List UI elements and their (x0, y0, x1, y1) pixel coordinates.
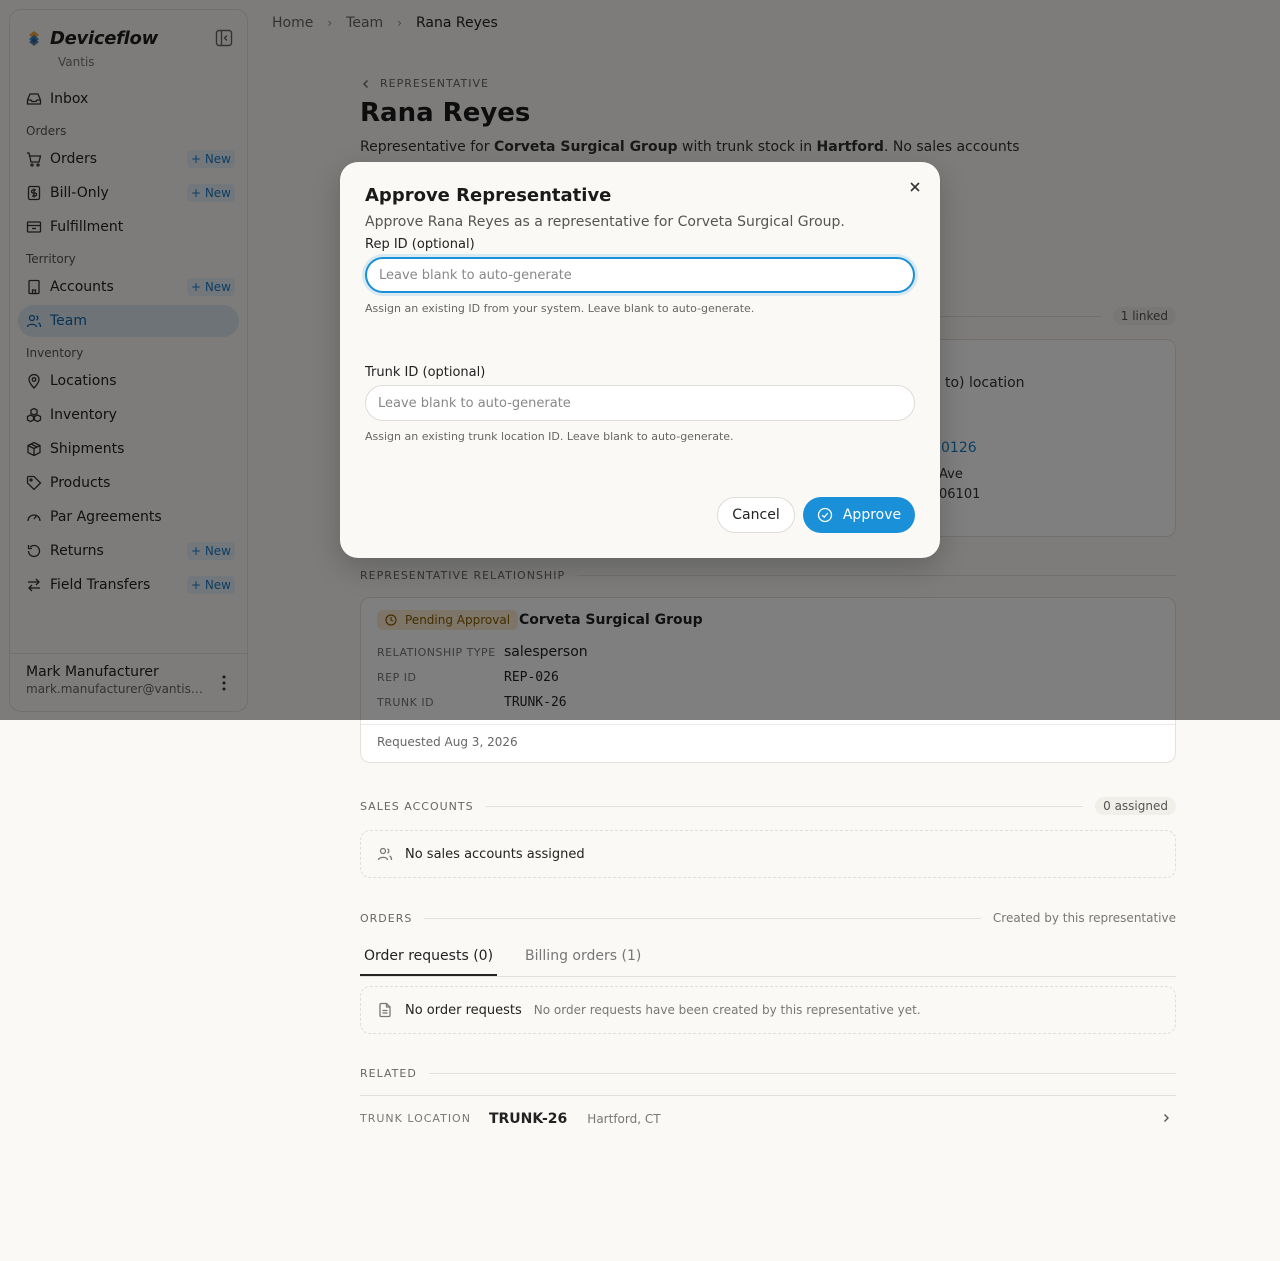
trunk-id-hint: Assign an existing trunk location ID. Le… (365, 430, 734, 443)
rep-id-hint: Assign an existing ID from your system. … (365, 302, 755, 315)
sales-accounts-section-head: SALES ACCOUNTS 0 assigned (360, 797, 1176, 815)
divider (485, 805, 1084, 807)
trunk-id-label: Trunk ID (optional) (365, 365, 486, 380)
related-trunk-location[interactable]: TRUNK LOCATION TRUNK-26 Hartford, CT (360, 1095, 1176, 1141)
related-label: TRUNK LOCATION (360, 1112, 471, 1125)
tab-order-requests[interactable]: Order requests (0) (360, 940, 498, 976)
empty-title: No sales accounts assigned (405, 846, 585, 862)
dialog-title: Approve Representative (365, 185, 612, 206)
check-circle-icon (817, 507, 833, 523)
chevron-right-icon (1164, 1114, 1169, 1122)
empty-title: No order requests (405, 1002, 522, 1018)
order-requests-empty: No order requests No order requests have… (360, 986, 1176, 1034)
rep-id-input[interactable] (365, 257, 915, 293)
requested-date: Requested Aug 3, 2026 (361, 724, 1175, 762)
orders-note: Created by this representative (992, 911, 1176, 925)
users-icon (377, 847, 393, 861)
related-id: TRUNK-26 (488, 1110, 568, 1127)
dialog-description: Approve Rana Reyes as a representative f… (365, 214, 845, 230)
file-text-icon (379, 1002, 391, 1018)
orders-tabs: Order requests (0) Billing orders (1) (360, 940, 1176, 977)
section-title: ORDERS (360, 911, 413, 925)
related-section-head: RELATED (360, 1067, 1176, 1080)
sales-accounts-count-badge: 0 assigned (1095, 797, 1176, 815)
section-title: SALES ACCOUNTS (360, 799, 474, 813)
orders-section-head: ORDERS Created by this representative (360, 911, 1176, 925)
tab-billing-orders[interactable]: Billing orders (1) (521, 940, 645, 976)
rep-id-label: Rep ID (optional) (365, 237, 475, 252)
section-title: RELATED (360, 1067, 417, 1080)
divider (424, 917, 981, 919)
sales-accounts-empty: No sales accounts assigned (360, 830, 1176, 878)
trunk-id-input[interactable] (365, 385, 915, 421)
cancel-button[interactable]: Cancel (717, 497, 795, 533)
approve-representative-dialog: Approve Representative Approve Rana Reye… (340, 162, 940, 558)
approve-label: Approve (842, 507, 902, 523)
close-icon[interactable] (908, 180, 922, 194)
related-place: Hartford, CT (587, 1111, 661, 1126)
divider (428, 1073, 1176, 1074)
empty-subtitle: No order requests have been created by t… (533, 1003, 921, 1017)
approve-button[interactable]: Approve (803, 497, 915, 533)
